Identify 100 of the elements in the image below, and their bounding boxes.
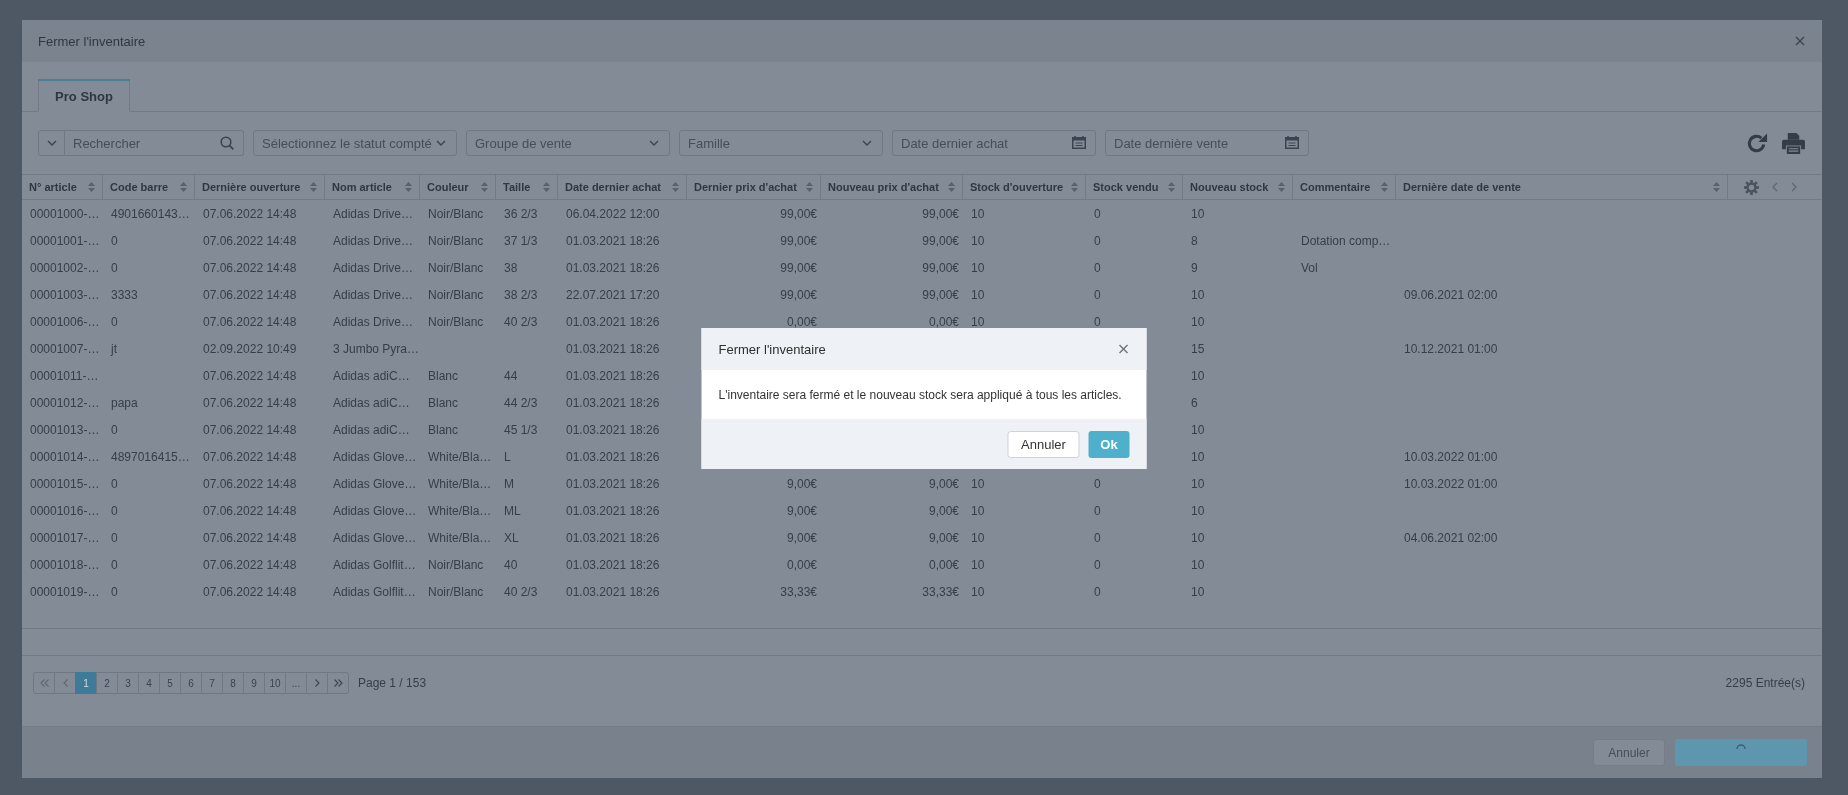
page-button[interactable]: ...: [285, 672, 307, 694]
table-cell-text: 8: [1190, 232, 1199, 250]
table-cell-text: M: [503, 475, 515, 493]
table-cell-text: 00001007-…: [29, 340, 101, 358]
last-page-button[interactable]: [327, 672, 349, 694]
dropdown-button[interactable]: [38, 130, 65, 156]
table-cell-text: 99,00€: [921, 259, 960, 277]
table-cell-text: 01.03.2021 18:26: [565, 367, 661, 385]
table-cell-text: 00001000-…: [29, 205, 101, 223]
column-header[interactable]: Nouveau stock: [1183, 175, 1293, 199]
settings-icon[interactable]: [1744, 179, 1759, 195]
column-header[interactable]: Code barre: [103, 175, 195, 199]
column-header[interactable]: N° article: [22, 175, 103, 199]
column-header[interactable]: Date dernier achat: [558, 175, 687, 199]
table-cell-text: 10: [1190, 286, 1206, 304]
select-field[interactable]: Groupe de vente: [466, 130, 670, 156]
page-button[interactable]: 6: [180, 672, 202, 694]
column-header[interactable]: Dernier prix d'achat: [687, 175, 821, 199]
column-header[interactable]: Commentaire: [1293, 175, 1396, 199]
table-cell-text: Adidas adiC…: [332, 421, 411, 439]
table-cell-text: 10: [1190, 502, 1206, 520]
column-header[interactable]: Dernière date de vente: [1396, 175, 1728, 199]
page-button[interactable]: 5: [159, 672, 181, 694]
chevron-left-icon: [62, 679, 68, 687]
table-cell-text: White/Bla…: [427, 448, 493, 466]
page-button[interactable]: 2: [96, 672, 118, 694]
table-cell-text: 07.06.2022 14:48: [202, 475, 298, 493]
table-cell-text: Noir/Blanc: [427, 286, 485, 304]
table-cell-text: Adidas Drive…: [332, 286, 415, 304]
sort-icon: [1168, 182, 1175, 192]
table-cell-text: 10: [970, 313, 986, 331]
sort-icon: [543, 182, 550, 192]
table-cell-text: jt: [109, 340, 118, 358]
select-field[interactable]: Famille: [679, 130, 883, 156]
table-cell-text: 00001013-…: [29, 421, 101, 439]
table-cell-text: 10: [970, 475, 986, 493]
page-button[interactable]: 10: [264, 672, 286, 694]
cancel-button[interactable]: Annuler: [1007, 430, 1080, 458]
column-header[interactable]: Taille: [496, 175, 558, 199]
table-cell-text: 07.06.2022 14:48: [202, 394, 298, 412]
table-cell-text: 06.04.2022 12:00: [565, 205, 661, 223]
table-cell-text: 45 1/3: [503, 421, 539, 439]
column-header[interactable]: Nom article: [325, 175, 420, 199]
chevron-right-icon[interactable]: [1791, 182, 1797, 192]
table-cell-text: 0: [110, 502, 119, 520]
table-cell-text: 01.03.2021 18:26: [565, 313, 661, 331]
table-cell-text: 10: [970, 259, 986, 277]
table-cell-text: Adidas Glove…: [332, 502, 418, 520]
sort-icon: [180, 182, 187, 192]
table-cell-text: Adidas adiC…: [332, 367, 411, 385]
table-cell-text: 02.09.2022 10:49: [202, 340, 298, 358]
column-header[interactable]: Stock vendu: [1086, 175, 1183, 199]
search-field[interactable]: Rechercher: [65, 130, 244, 156]
table-cell-text: 99,00€: [779, 286, 818, 304]
refresh-icon[interactable]: [1745, 131, 1768, 155]
table-cell-text: 00001018-…: [29, 556, 101, 574]
table-cell-text: 0,00€: [927, 313, 960, 331]
table-cell-text: 40 2/3: [503, 583, 539, 601]
table-cell-text: 07.06.2022 14:48: [202, 448, 298, 466]
table-cell-text: 10.12.2021 01:00: [1403, 340, 1499, 358]
sort-icon: [481, 182, 488, 192]
page-button[interactable]: 8: [222, 672, 244, 694]
table-cell-text: 3 Jumbo Pyra…: [332, 340, 420, 358]
print-icon[interactable]: [1782, 132, 1805, 154]
page-button[interactable]: 3: [117, 672, 139, 694]
page-button[interactable]: 1: [75, 672, 97, 694]
window-title: Fermer l'inventaire: [38, 33, 146, 49]
table-cell-text: 0: [1093, 259, 1102, 277]
column-header[interactable]: Dernière ouverture: [195, 175, 325, 199]
next-page-button[interactable]: [306, 672, 328, 694]
table-cell-text: Adidas Golflit…: [332, 556, 417, 574]
page-button[interactable]: 7: [201, 672, 223, 694]
caret-icon: [649, 140, 659, 146]
page-button[interactable]: 4: [138, 672, 160, 694]
column-header[interactable]: Nouveau prix d'achat: [821, 175, 963, 199]
table-cell-text: 10: [970, 583, 986, 601]
table-cell-text: 07.06.2022 14:48: [202, 286, 298, 304]
column-header[interactable]: Stock d'ouverture: [963, 175, 1086, 199]
table-cell-text: 09.06.2021 02:00: [1403, 286, 1499, 304]
date-field[interactable]: Date dernier achat: [892, 130, 1096, 156]
chevron-left-icon[interactable]: [1772, 182, 1778, 192]
page-info: Page 1 / 153: [358, 676, 427, 690]
select-field[interactable]: Sélectionnez le statut compté: [253, 130, 457, 156]
sort-icon: [88, 182, 95, 192]
primary-button[interactable]: Ok: [1088, 430, 1130, 458]
table-cell-text: 38: [503, 259, 519, 277]
page-button[interactable]: 9: [243, 672, 265, 694]
tab[interactable]: Pro Shop: [38, 79, 130, 112]
table-cell-text: 01.03.2021 18:26: [565, 502, 661, 520]
table-cell-text: 00001001-…: [29, 232, 101, 250]
table-cell-text: 99,00€: [921, 232, 960, 250]
table-cell-text: 10: [970, 232, 986, 250]
table-cell-text: Dotation comp…: [1300, 232, 1392, 250]
table-cell-text: 00001019-…: [29, 583, 101, 601]
table-cell-text: 01.03.2021 18:26: [565, 583, 661, 601]
column-header[interactable]: Couleur: [420, 175, 496, 199]
date-field[interactable]: Date dernière vente: [1105, 130, 1309, 156]
close-icon[interactable]: [1795, 36, 1805, 46]
close-icon[interactable]: [1118, 344, 1129, 354]
table-cell-text: 36 2/3: [503, 205, 539, 223]
